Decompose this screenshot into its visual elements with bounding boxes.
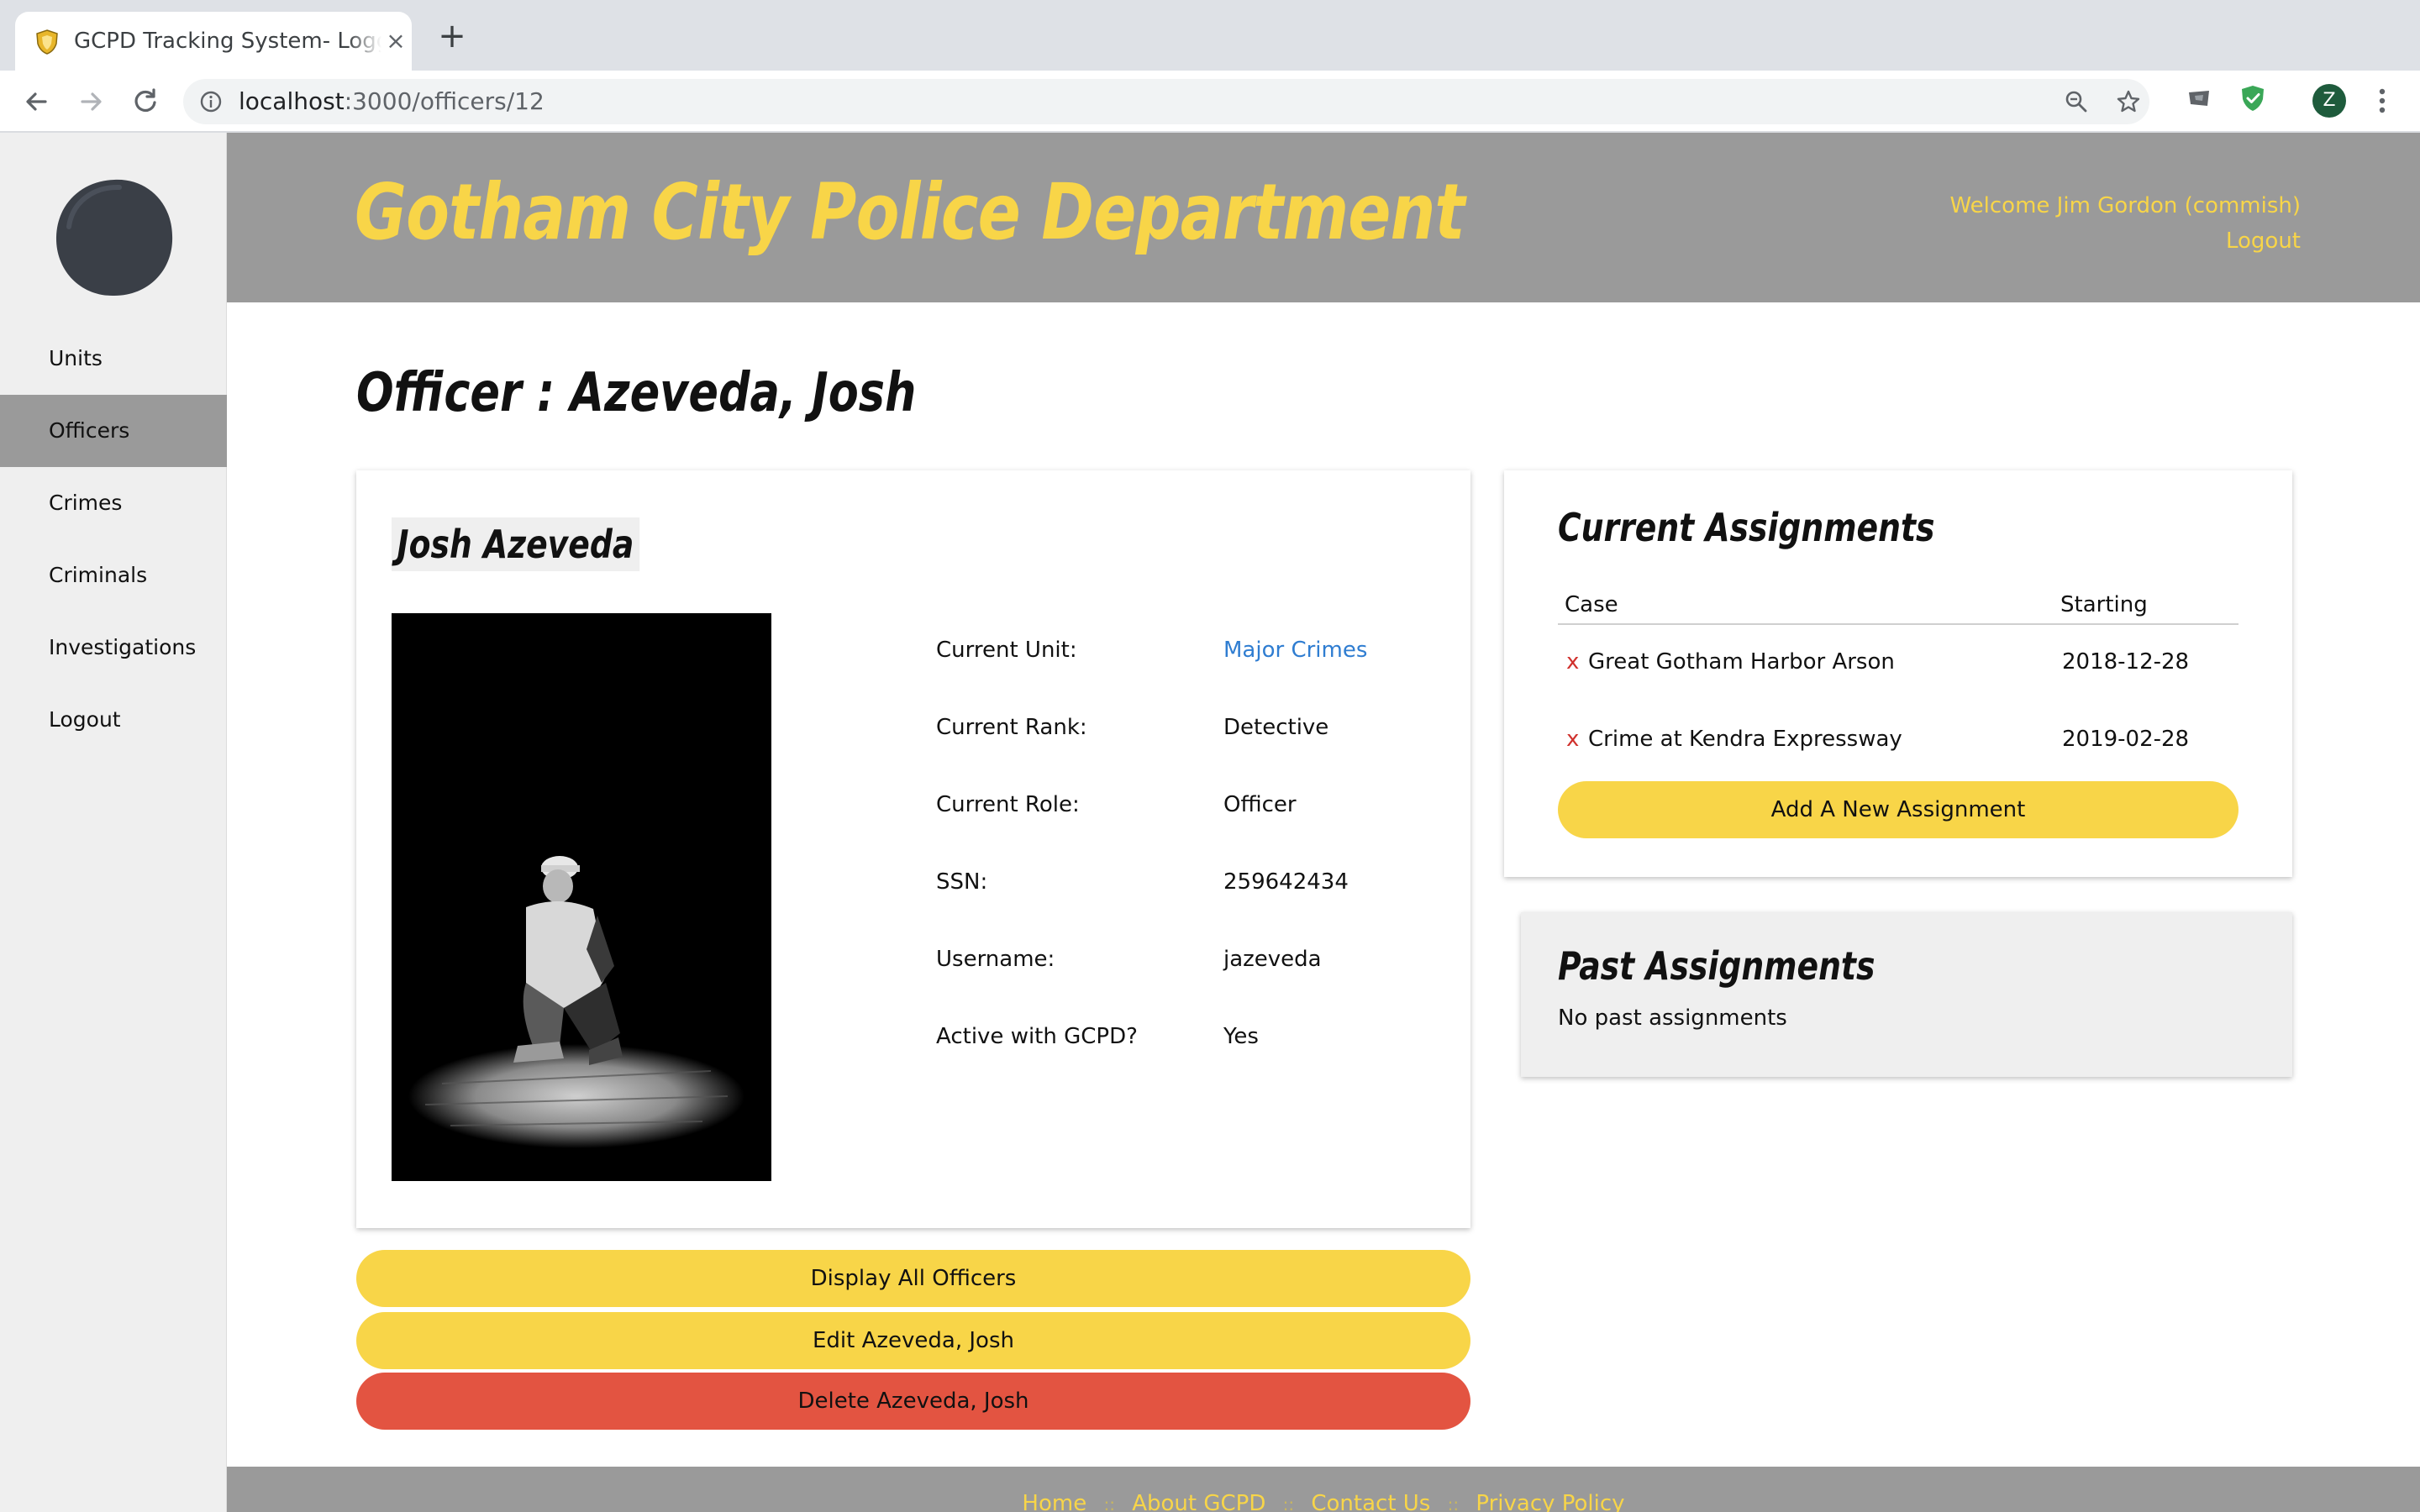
past-assignments-title: Past Assignments xyxy=(1558,943,1876,989)
detail-label: Current Unit: xyxy=(936,638,1077,663)
past-assignments-empty: No past assignments xyxy=(1558,1005,1787,1031)
sidebar: Units Officers Crimes Criminals Investig… xyxy=(0,133,227,1512)
case-name: Great Gotham Harbor Arson xyxy=(1588,649,1895,675)
browser-tabstrip: GCPD Tracking System- Logged In × + xyxy=(0,0,2420,71)
browser-tab[interactable]: GCPD Tracking System- Logged In × xyxy=(15,12,412,71)
officer-photo-image xyxy=(392,613,771,1181)
footer-link-home[interactable]: Home xyxy=(1022,1491,1086,1512)
table-row: x Crime at Kendra Expressway 2019-02-28 xyxy=(1558,702,2238,780)
assignments-table-header: Case Starting xyxy=(1558,588,2238,625)
detail-value: Yes xyxy=(1223,1024,1259,1049)
plus-icon[interactable]: + xyxy=(437,19,467,53)
close-icon[interactable]: × xyxy=(383,27,408,55)
sidebar-nav: Units Officers Crimes Criminals Investig… xyxy=(0,323,227,756)
detail-label: Current Rank: xyxy=(936,715,1087,740)
profile-avatar[interactable]: Z xyxy=(2312,84,2346,118)
footer-links: Home :: About GCPD :: Contact Us :: Priv… xyxy=(227,1487,2420,1512)
footer-separator: :: xyxy=(1282,1494,1295,1512)
case-start-date: 2018-12-28 xyxy=(2062,649,2190,675)
browser-toolbar: localhost:3000/officers/12 xyxy=(0,71,2420,133)
sidebar-item-crimes[interactable]: Crimes xyxy=(0,467,227,539)
sidebar-item-units[interactable]: Units xyxy=(0,323,227,395)
detail-row-rank: Current Rank: Detective xyxy=(936,712,1440,790)
detail-value: jazeveda xyxy=(1223,947,1322,972)
display-all-officers-button[interactable]: Display All Officers xyxy=(356,1250,1470,1307)
url-host: localhost xyxy=(239,87,345,115)
kebab-menu-icon[interactable] xyxy=(2370,84,2395,118)
sidebar-item-logout[interactable]: Logout xyxy=(0,684,227,756)
case-name: Crime at Kendra Expressway xyxy=(1588,727,1902,752)
forward-arrow-icon[interactable] xyxy=(74,84,109,119)
gcpd-logo xyxy=(55,179,173,297)
detail-row-username: Username: jazeveda xyxy=(936,944,1440,1021)
footer-separator: :: xyxy=(1447,1494,1460,1512)
assignments-table: Case Starting x Great Gotham Harbor Arso… xyxy=(1558,588,2238,780)
back-arrow-icon[interactable] xyxy=(18,84,54,119)
officer-photo xyxy=(392,613,771,1181)
current-assignments-title: Current Assignments xyxy=(1558,505,1935,550)
column-header-case: Case xyxy=(1565,592,1618,617)
detail-label: Username: xyxy=(936,947,1055,972)
add-assignment-button[interactable]: Add A New Assignment xyxy=(1558,781,2238,838)
sidebar-item-criminals[interactable]: Criminals xyxy=(0,539,227,612)
officer-details: Current Unit: Major Crimes Current Rank:… xyxy=(936,635,1440,1099)
detail-row-role: Current Role: Officer xyxy=(936,790,1440,867)
past-assignments-card: Past Assignments No past assignments xyxy=(1521,912,2292,1077)
officer-name: Josh Azeveda xyxy=(392,517,639,571)
table-row: x Great Gotham Harbor Arson 2018-12-28 xyxy=(1558,625,2238,702)
tab-title: GCPD Tracking System- Logged In xyxy=(74,27,381,55)
star-icon[interactable] xyxy=(2116,89,2141,114)
column-header-starting: Starting xyxy=(2060,592,2148,617)
header-logout-link[interactable]: Logout xyxy=(1949,223,2301,259)
address-bar[interactable]: localhost:3000/officers/12 xyxy=(183,79,2149,124)
footer-separator: :: xyxy=(1103,1494,1115,1512)
remove-assignment-button[interactable]: x xyxy=(1566,722,1579,756)
url-text[interactable]: localhost:3000/officers/12 xyxy=(239,87,544,116)
footer-link-about[interactable]: About GCPD xyxy=(1132,1491,1265,1512)
detail-label: SSN: xyxy=(936,869,988,895)
info-icon[interactable] xyxy=(198,89,224,114)
url-path: :3000/officers/12 xyxy=(344,87,544,115)
detail-row-ssn: SSN: 259642434 xyxy=(936,867,1440,944)
detail-label: Active with GCPD? xyxy=(936,1024,1138,1049)
reload-icon[interactable] xyxy=(128,84,163,119)
edit-officer-button[interactable]: Edit Azeveda, Josh xyxy=(356,1312,1470,1369)
detail-value: 259642434 xyxy=(1223,869,1349,895)
detail-label: Current Role: xyxy=(936,792,1080,817)
officer-card: Josh Azeveda Current Unit: Major Crimes … xyxy=(356,470,1470,1228)
detail-row-unit: Current Unit: Major Crimes xyxy=(936,635,1440,712)
detail-row-active: Active with GCPD? Yes xyxy=(936,1021,1440,1099)
detail-value: Officer xyxy=(1223,792,1297,817)
delete-officer-button[interactable]: Delete Azeveda, Josh xyxy=(356,1373,1470,1430)
sidebar-item-investigations[interactable]: Investigations xyxy=(0,612,227,684)
user-welcome: Welcome Jim Gordon (commish) Logout xyxy=(1949,188,2301,259)
case-start-date: 2019-02-28 xyxy=(2062,727,2190,752)
remove-assignment-button[interactable]: x xyxy=(1566,645,1579,679)
site-brand-title: Gotham City Police Department xyxy=(355,167,1465,257)
current-unit-link[interactable]: Major Crimes xyxy=(1223,635,1367,665)
sidebar-item-officers[interactable]: Officers xyxy=(0,395,227,467)
detail-value: Detective xyxy=(1223,715,1329,740)
footer-link-contact[interactable]: Contact Us xyxy=(1311,1491,1430,1512)
zoom-icon[interactable] xyxy=(2064,89,2089,114)
page-title: Officer : Azeveda, Josh xyxy=(356,362,917,424)
welcome-link[interactable]: Welcome Jim Gordon (commish) xyxy=(1949,188,2301,223)
shield-favicon-icon xyxy=(36,29,58,55)
current-assignments-card: Current Assignments Case Starting x Grea… xyxy=(1504,470,2292,877)
site-header: Gotham City Police Department Welcome Ji… xyxy=(227,133,2420,302)
site-footer: Home :: About GCPD :: Contact Us :: Priv… xyxy=(227,1467,2420,1512)
shield-extension-icon[interactable] xyxy=(2238,84,2267,113)
extension-icon[interactable] xyxy=(2185,84,2213,113)
footer-link-privacy[interactable]: Privacy Policy xyxy=(1476,1491,1624,1512)
